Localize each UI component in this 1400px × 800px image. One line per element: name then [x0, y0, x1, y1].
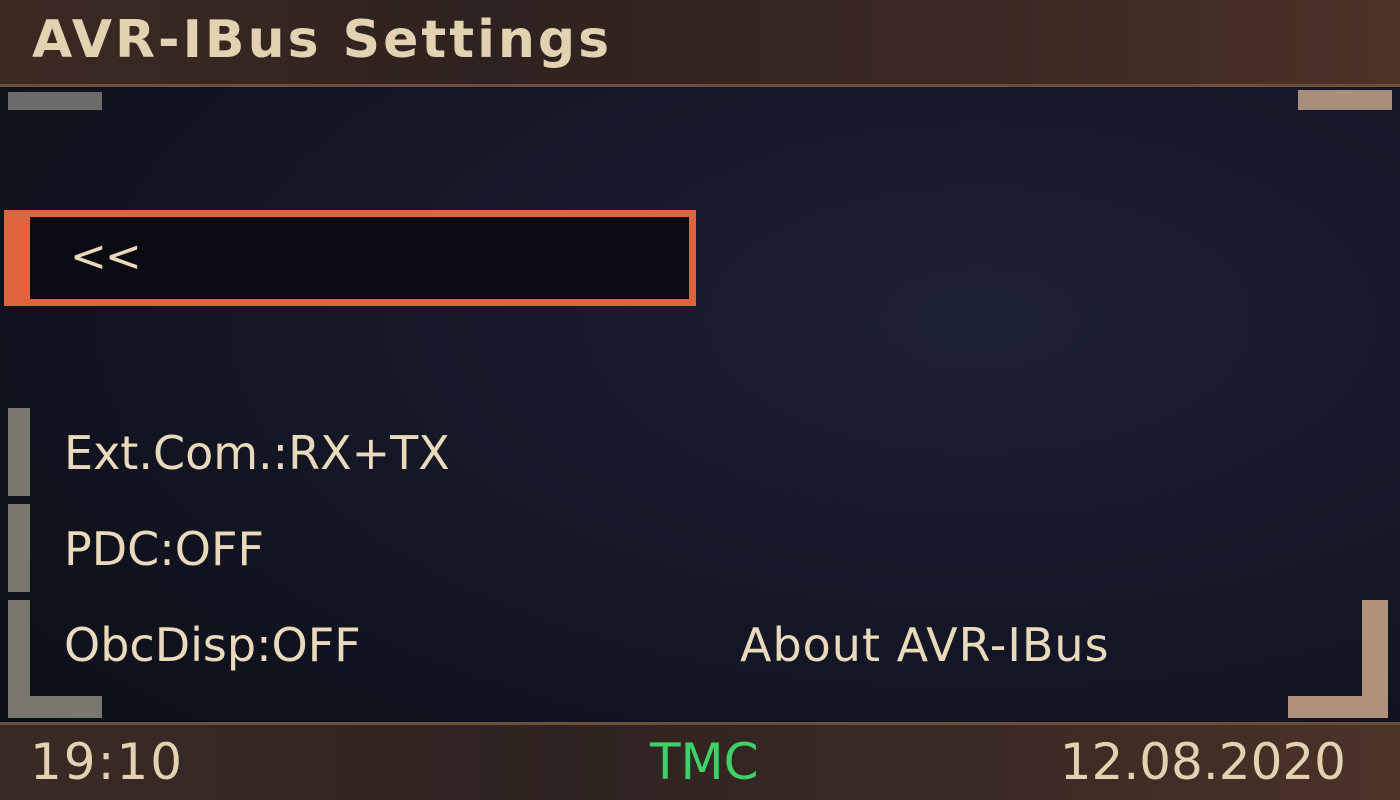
- top-left-corner-marker: [8, 92, 102, 110]
- menu-item-ext-com[interactable]: Ext.Com.:RX+TX: [8, 408, 548, 500]
- bottom-right-corner-marker: [1288, 696, 1388, 718]
- menu-item-label: ObcDisp:OFF: [64, 618, 361, 672]
- back-label: <<: [70, 231, 142, 282]
- menu-item-marker: [8, 408, 30, 496]
- title-bar: AVR-IBus Settings: [0, 0, 1400, 87]
- menu-item-label: PDC:OFF: [64, 522, 264, 576]
- menu-item-label: Ext.Com.:RX+TX: [64, 426, 450, 480]
- status-bar: 19:10 TMC 12.08.2020: [0, 722, 1400, 800]
- bottom-left-corner-marker: [8, 696, 102, 718]
- top-right-corner-marker: [1298, 90, 1392, 110]
- menu-item-label: About AVR-IBus: [740, 618, 1110, 672]
- menu-item-pdc[interactable]: PDC:OFF: [8, 504, 548, 596]
- date-display: 12.08.2020: [1059, 733, 1346, 791]
- clock-time: 19:10: [30, 733, 185, 791]
- tmc-indicator: TMC: [650, 733, 759, 791]
- menu-item-about[interactable]: About AVR-IBus: [700, 600, 1388, 718]
- back-button[interactable]: <<: [4, 210, 696, 306]
- menu-item-obc-disp[interactable]: ObcDisp:OFF: [8, 600, 548, 718]
- menu-item-marker: [8, 504, 30, 592]
- page-title: AVR-IBus Settings: [32, 10, 613, 70]
